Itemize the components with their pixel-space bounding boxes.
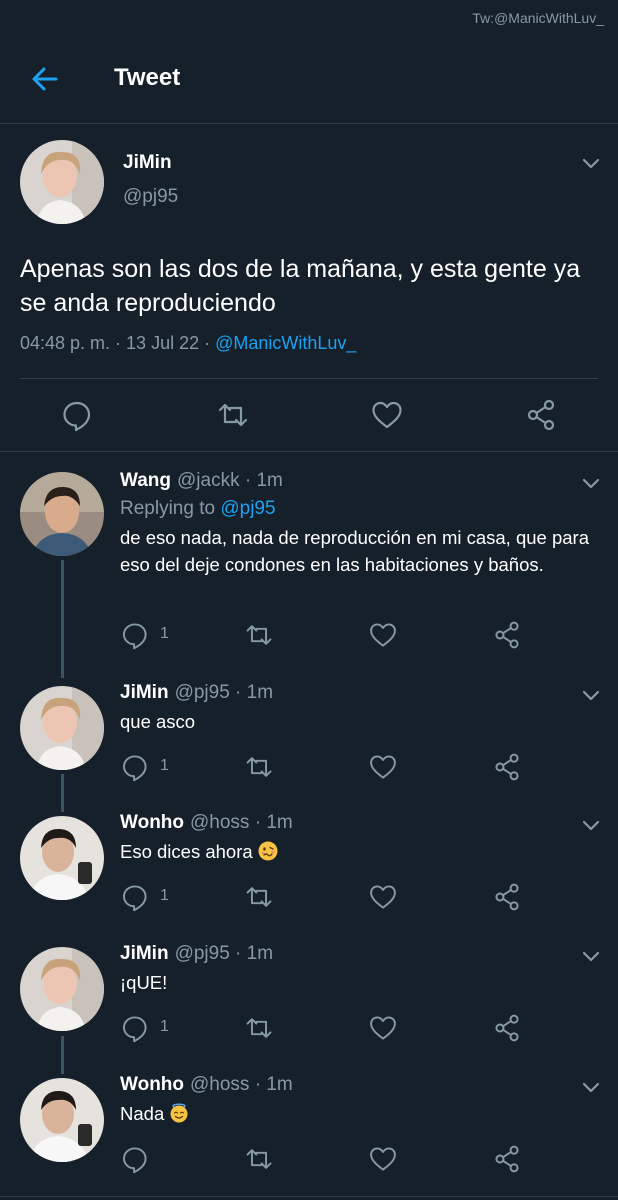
share-icon[interactable]	[492, 620, 522, 650]
tweet-text: Apenas son las dos de la mañana, y esta …	[20, 255, 581, 317]
reply-header: JiMin @pj95 · 1m	[120, 682, 273, 704]
share-icon[interactable]	[492, 1144, 522, 1174]
share-icon[interactable]	[492, 752, 522, 782]
tweet-time: 04:48 p. m. · 13 Jul 22 ·	[20, 333, 216, 353]
chevron-down-icon[interactable]	[580, 684, 602, 706]
reply-tweet[interactable]: Wonho @hoss · 1m Nada	[0, 1062, 618, 1196]
chevron-down-icon[interactable]	[580, 472, 602, 494]
divider	[0, 1196, 618, 1197]
reply-tweet[interactable]: JiMin @pj95 · 1m que asco 1	[0, 670, 618, 800]
avatar-wonho[interactable]	[20, 1078, 104, 1162]
reply-text: que asco	[120, 711, 196, 732]
reply-text: Eso dices ahora	[120, 841, 253, 862]
chevron-down-icon[interactable]	[580, 152, 602, 174]
reply-count: 1	[160, 1018, 169, 1035]
reply-icon[interactable]	[120, 1013, 150, 1043]
main-tweet: JiMin @pj95 Apenas son las dos de la mañ…	[0, 124, 618, 452]
reply-icon[interactable]	[120, 752, 150, 782]
divider	[20, 378, 598, 379]
reply-author-name[interactable]: JiMin	[120, 682, 169, 703]
reply-author-name[interactable]: JiMin	[120, 943, 169, 964]
reply-count: 1	[160, 625, 169, 642]
reply-author-handle[interactable]: @pj95 · 1m	[175, 943, 274, 964]
reply-actions: 1	[120, 1013, 600, 1045]
reply-icon[interactable]	[120, 882, 150, 912]
reply-author-name[interactable]: Wang	[120, 470, 171, 491]
reply-author-handle[interactable]: @pj95 · 1m	[175, 682, 274, 703]
reply-text-line: Nada	[120, 1100, 600, 1127]
chevron-down-icon[interactable]	[580, 945, 602, 967]
retweet-icon[interactable]	[244, 1144, 274, 1174]
smiling-face-with-halo-icon	[169, 1103, 189, 1123]
reply-actions	[120, 1144, 600, 1176]
page-title: Tweet	[114, 64, 181, 91]
reply-author-handle[interactable]: @hoss · 1m	[190, 1074, 293, 1095]
reply-actions: 1	[120, 620, 600, 652]
reply-author-name[interactable]: Wonho	[120, 812, 184, 833]
reply-header: Wonho @hoss · 1m	[120, 1074, 293, 1096]
chevron-down-icon[interactable]	[580, 1076, 602, 1098]
author-handle[interactable]: @pj95	[123, 186, 178, 208]
avatar-wonho[interactable]	[20, 816, 104, 900]
retweet-icon[interactable]	[244, 882, 274, 912]
replying-to: Replying to @pj95	[120, 498, 276, 520]
retweet-icon[interactable]	[244, 1013, 274, 1043]
reply-tweet[interactable]: Wonho @hoss · 1m Eso dices ahora 1	[0, 800, 618, 931]
avatar-jimin[interactable]	[20, 686, 104, 770]
reply-tweet[interactable]: Wang @jackk · 1m Replying to @pj95 de eso…	[0, 452, 618, 670]
reply-text: Nada	[120, 1103, 165, 1124]
header: Tweet	[0, 0, 618, 124]
reply-author-handle[interactable]: @jackk · 1m	[177, 470, 283, 491]
reply-count: 1	[160, 887, 169, 904]
share-icon[interactable]	[492, 882, 522, 912]
back-arrow-icon[interactable]	[30, 64, 60, 94]
share-icon[interactable]	[524, 398, 558, 432]
avatar-jimin[interactable]	[20, 947, 104, 1031]
retweet-icon[interactable]	[244, 752, 274, 782]
reply-header: Wonho @hoss · 1m	[120, 812, 293, 834]
tweet-meta: 04:48 p. m. · 13 Jul 22 · @ManicWithLuv_	[20, 333, 356, 354]
retweet-icon[interactable]	[244, 620, 274, 650]
like-icon[interactable]	[368, 1013, 398, 1043]
woozy-face-icon	[258, 841, 278, 861]
reply-tweet[interactable]: JiMin @pj95 · 1m ¡qUE! 1	[0, 931, 618, 1062]
reply-author-name[interactable]: Wonho	[120, 1074, 184, 1095]
replying-label: Replying to	[120, 498, 221, 519]
like-icon[interactable]	[368, 882, 398, 912]
reply-text: ¡qUE!	[120, 972, 168, 993]
like-icon[interactable]	[368, 1144, 398, 1174]
reply-actions: 1	[120, 882, 600, 914]
reply-text: de eso nada, nada de reproducción en mi …	[120, 527, 589, 575]
chevron-down-icon[interactable]	[580, 814, 602, 836]
like-icon[interactable]	[370, 398, 404, 432]
reply-actions: 1	[120, 752, 600, 784]
like-icon[interactable]	[368, 620, 398, 650]
reply-icon[interactable]	[120, 1144, 150, 1174]
like-icon[interactable]	[368, 752, 398, 782]
reply-header: Wang @jackk · 1m	[120, 470, 283, 492]
avatar-jimin[interactable]	[20, 140, 104, 224]
reply-icon[interactable]	[60, 398, 94, 432]
reply-text-line: Eso dices ahora	[120, 838, 600, 865]
reply-icon[interactable]	[120, 620, 150, 650]
reply-header: JiMin @pj95 · 1m	[120, 943, 273, 965]
reply-author-handle[interactable]: @hoss · 1m	[190, 812, 293, 833]
share-icon[interactable]	[492, 1013, 522, 1043]
tweet-source-link[interactable]: @ManicWithLuv_	[215, 333, 356, 353]
avatar-wang[interactable]	[20, 472, 104, 556]
reply-count: 1	[160, 757, 169, 774]
replying-to-link[interactable]: @pj95	[220, 498, 275, 519]
retweet-icon[interactable]	[216, 398, 250, 432]
author-name[interactable]: JiMin	[123, 152, 172, 174]
